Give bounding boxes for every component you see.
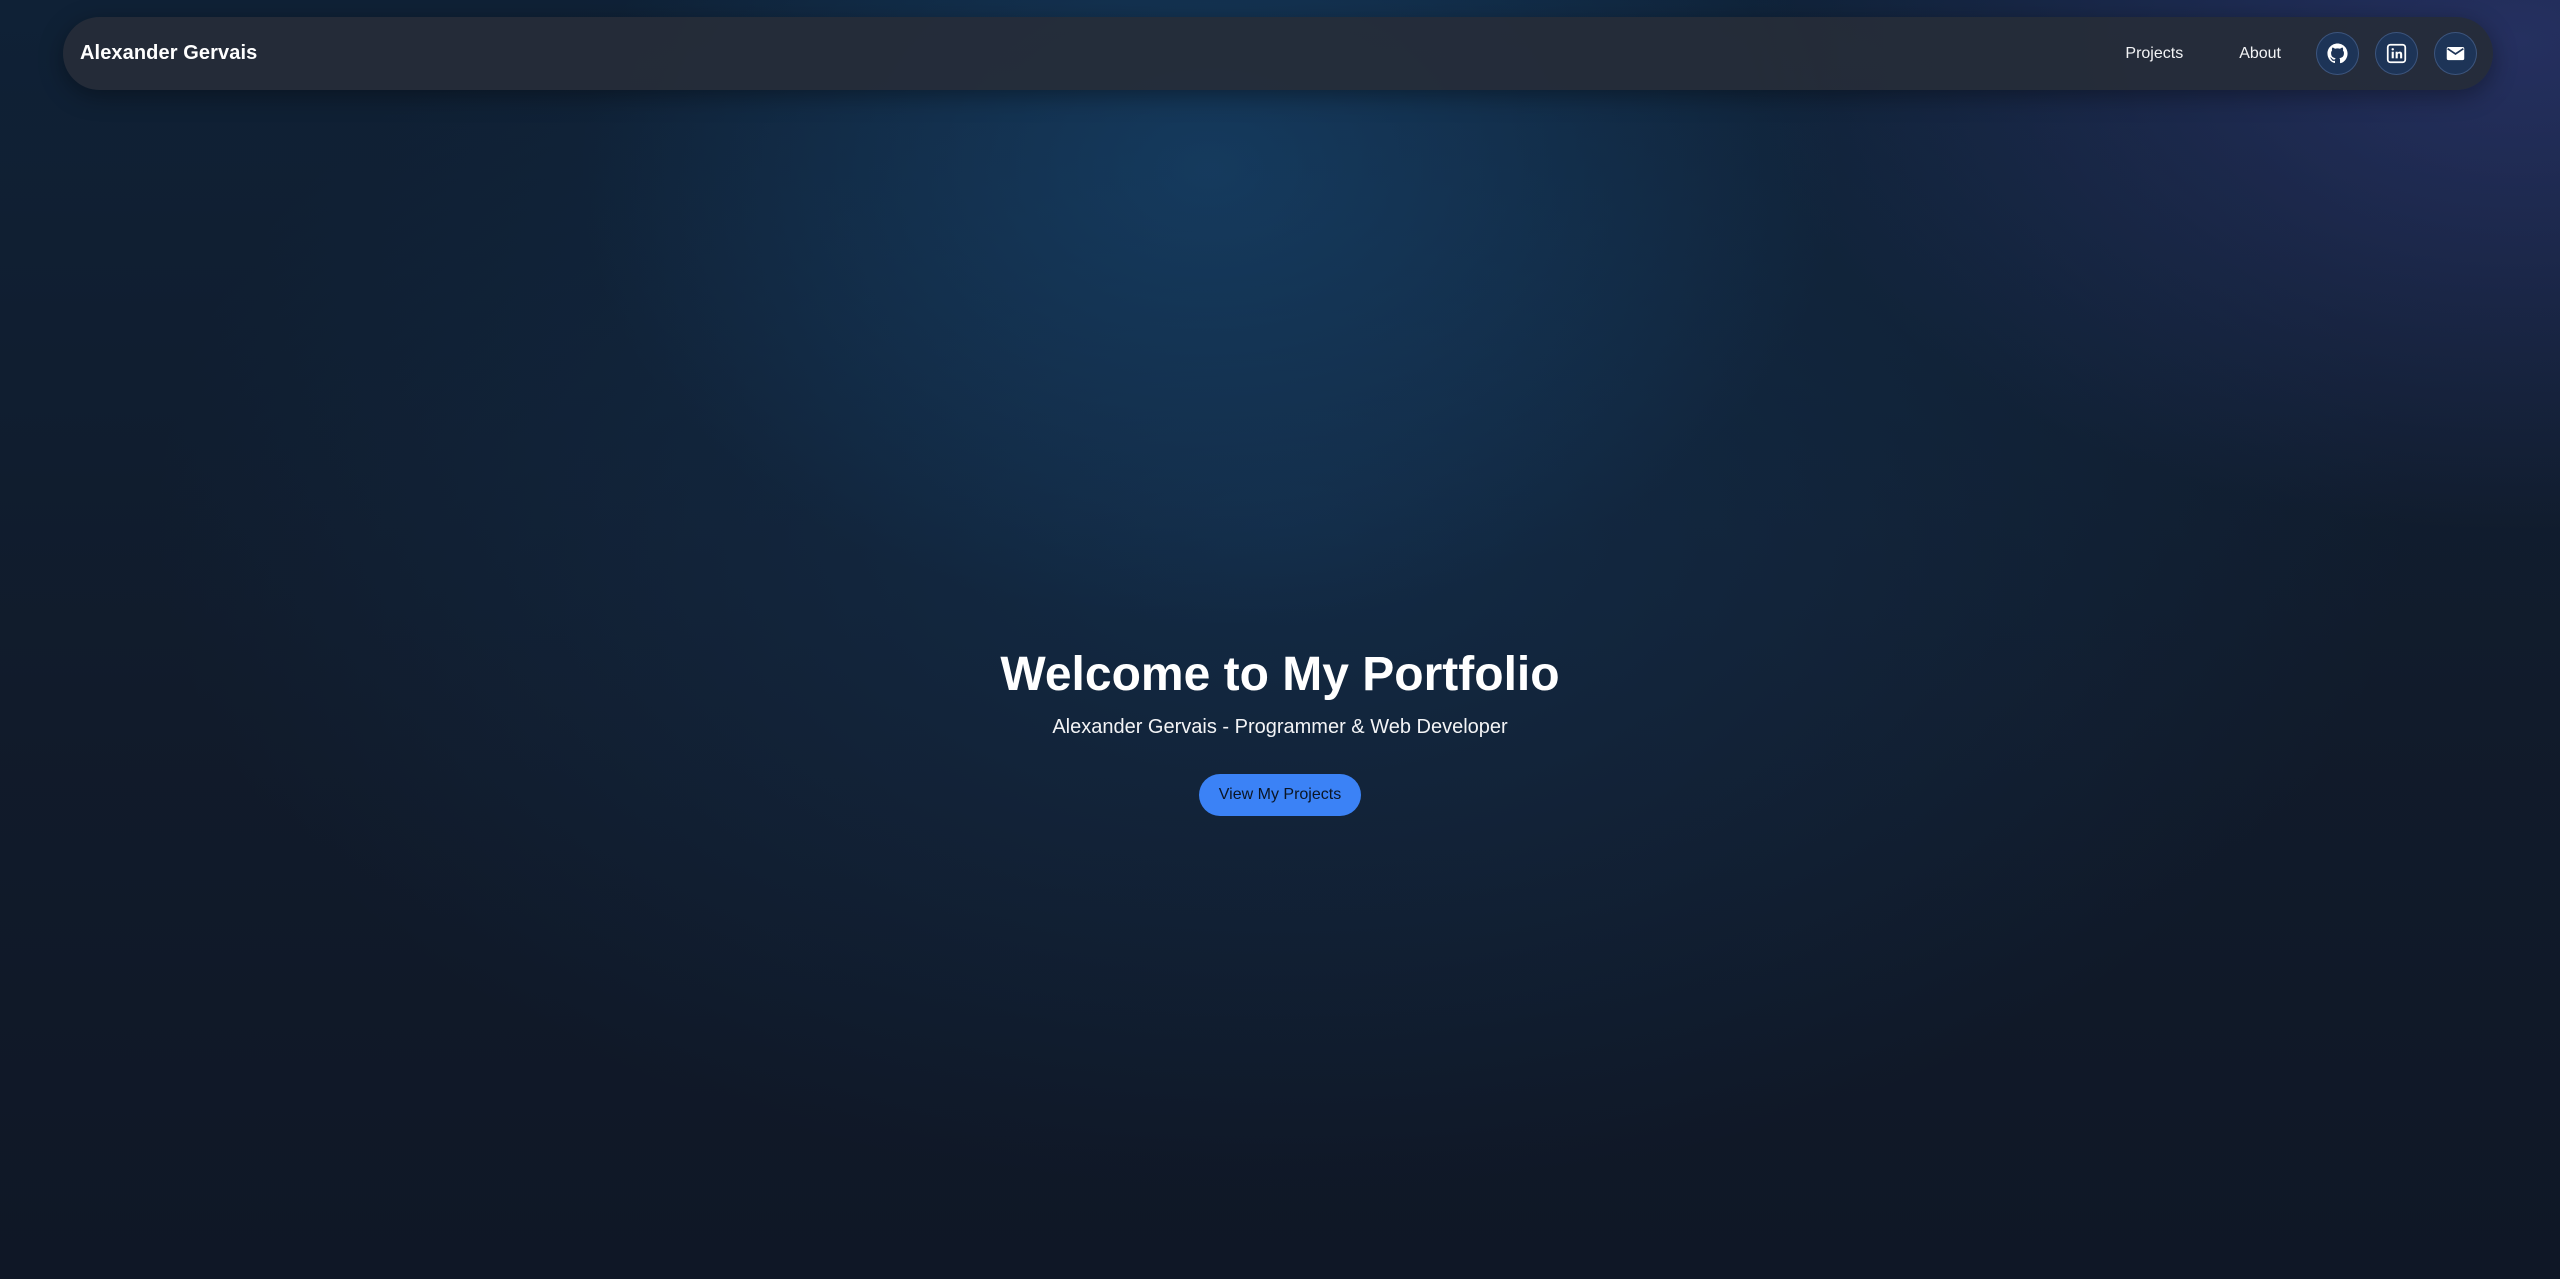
navbar: Alexander Gervais Projects About [63, 17, 2493, 90]
hero-title: Welcome to My Portfolio [1000, 648, 1560, 701]
mail-icon [2445, 43, 2466, 64]
github-button[interactable] [2316, 32, 2359, 75]
brand-name[interactable]: Alexander Gervais [80, 42, 257, 65]
email-button[interactable] [2434, 32, 2477, 75]
linkedin-icon [2386, 43, 2407, 64]
view-projects-button[interactable]: View My Projects [1198, 774, 1362, 816]
nav-link-about[interactable]: About [2239, 45, 2281, 63]
nav-right: Projects About [2125, 32, 2477, 75]
hero-subtitle: Alexander Gervais - Programmer & Web Dev… [1052, 716, 1508, 738]
nav-link-projects[interactable]: Projects [2125, 45, 2183, 63]
linkedin-button[interactable] [2375, 32, 2418, 75]
github-icon [2327, 43, 2348, 64]
hero-section: Welcome to My Portfolio Alexander Gervai… [0, 640, 2560, 816]
